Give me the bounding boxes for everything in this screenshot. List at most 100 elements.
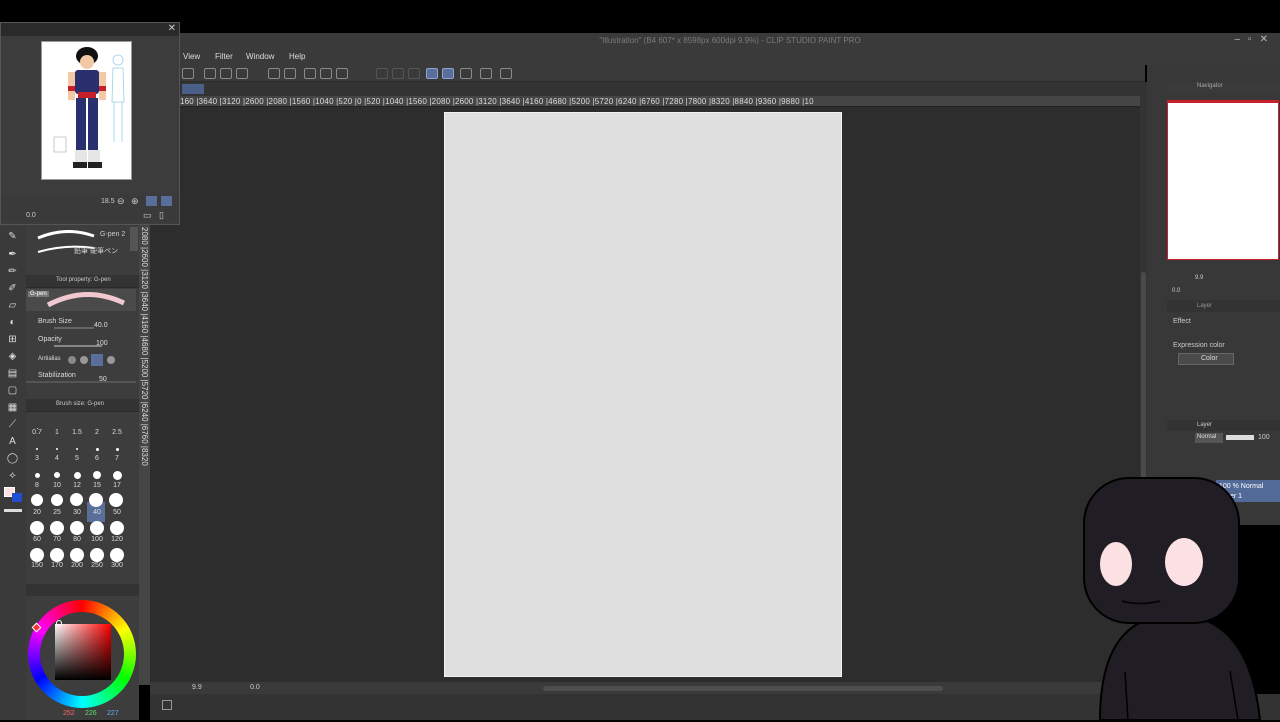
size-dot[interactable] bbox=[70, 493, 83, 506]
invert-icon[interactable] bbox=[392, 68, 404, 79]
size-dot[interactable] bbox=[90, 548, 104, 562]
menu-filter[interactable]: Filter bbox=[215, 52, 233, 61]
size-dot[interactable] bbox=[109, 493, 123, 507]
size-dot[interactable] bbox=[76, 448, 78, 450]
size-label[interactable]: 10 bbox=[48, 482, 66, 489]
size-label[interactable]: 5 bbox=[68, 455, 86, 462]
size-label[interactable]: 40 bbox=[88, 509, 106, 516]
opacity-slider[interactable] bbox=[54, 345, 102, 347]
expression-color-select[interactable]: Color bbox=[1178, 353, 1234, 365]
size-dot[interactable] bbox=[116, 448, 119, 451]
zoom-tool-icon[interactable]: ✎ bbox=[6, 231, 19, 243]
close-icon[interactable]: ✕ bbox=[168, 23, 176, 34]
size-label[interactable]: 2 bbox=[88, 429, 106, 436]
transform-icon[interactable] bbox=[336, 68, 348, 79]
redo-icon[interactable] bbox=[284, 68, 296, 79]
menu-window[interactable]: Window bbox=[246, 52, 274, 61]
size-label[interactable]: 70 bbox=[48, 536, 66, 543]
size-label[interactable]: 3 bbox=[28, 455, 46, 462]
navigator-preview[interactable] bbox=[1167, 100, 1279, 260]
size-label[interactable]: 6 bbox=[88, 455, 106, 462]
size-dot[interactable] bbox=[70, 548, 84, 562]
menu-view[interactable]: View bbox=[183, 52, 200, 61]
size-label[interactable]: 2.5 bbox=[108, 429, 126, 436]
frame-icon[interactable]: ▦ bbox=[6, 402, 19, 414]
size-dot[interactable] bbox=[30, 521, 44, 535]
zoom-in-icon[interactable]: ⊕ bbox=[131, 196, 139, 207]
horizontal-scrollbar[interactable]: 9.9 0.0 bbox=[150, 682, 1140, 694]
size-label[interactable]: 100 bbox=[88, 536, 106, 543]
size-label[interactable]: 200 bbox=[68, 562, 86, 569]
size-dot[interactable] bbox=[36, 448, 38, 450]
size-dot[interactable] bbox=[96, 448, 99, 451]
size-label[interactable]: 8 bbox=[28, 482, 46, 489]
size-label[interactable]: 25 bbox=[48, 509, 66, 516]
size-dot[interactable] bbox=[50, 548, 64, 562]
aa-medium[interactable] bbox=[91, 354, 103, 366]
transparent-swatch[interactable] bbox=[4, 509, 22, 512]
size-label[interactable]: 80 bbox=[68, 536, 86, 543]
size-dot[interactable] bbox=[51, 494, 63, 506]
hide-icon[interactable] bbox=[408, 68, 420, 79]
size-dot[interactable] bbox=[113, 471, 122, 480]
brush-size-slider[interactable] bbox=[54, 327, 94, 329]
brush-size-value[interactable]: 40.0 bbox=[94, 322, 108, 329]
folder-icon[interactable]: ▭ bbox=[143, 210, 152, 221]
zoom-out-icon[interactable]: ⊖ bbox=[117, 196, 125, 207]
clear-icon[interactable] bbox=[376, 68, 388, 79]
scroll-thumb[interactable] bbox=[543, 686, 943, 691]
new-icon[interactable] bbox=[204, 68, 216, 79]
size-dot[interactable] bbox=[35, 473, 40, 478]
size-dot[interactable] bbox=[50, 521, 64, 535]
eyedropper-icon[interactable] bbox=[161, 196, 172, 206]
snap-special-icon[interactable] bbox=[442, 68, 454, 79]
canvas-paper[interactable] bbox=[444, 112, 842, 677]
figure-icon[interactable]: ▢ bbox=[6, 385, 19, 397]
size-label[interactable]: 60 bbox=[28, 536, 46, 543]
text-icon[interactable]: A bbox=[6, 436, 19, 448]
size-label[interactable]: 250 bbox=[88, 562, 106, 569]
size-dot[interactable] bbox=[30, 548, 44, 562]
menu-help[interactable]: Help bbox=[289, 52, 305, 61]
panel-toggle-icon[interactable] bbox=[162, 700, 172, 710]
size-dot[interactable] bbox=[110, 521, 124, 535]
snap-grid-icon[interactable] bbox=[460, 68, 472, 79]
snap-ruler-icon[interactable] bbox=[426, 68, 438, 79]
size-dot[interactable] bbox=[56, 448, 58, 450]
size-label[interactable]: 1.5 bbox=[68, 429, 86, 436]
stabilization-slider[interactable] bbox=[26, 381, 136, 383]
blend-mode-select[interactable]: Normal bbox=[1195, 433, 1223, 443]
size-label[interactable]: 120 bbox=[108, 536, 126, 543]
size-label[interactable]: 1 bbox=[48, 429, 66, 436]
ruler-icon[interactable]: ⟋ bbox=[6, 419, 19, 431]
size-label[interactable]: 30 bbox=[68, 509, 86, 516]
eraser-icon[interactable]: ▱ bbox=[6, 300, 19, 312]
panel-scroll[interactable] bbox=[130, 227, 138, 251]
size-dot[interactable] bbox=[54, 472, 60, 478]
size-label[interactable]: 15 bbox=[88, 482, 106, 489]
pencil-icon[interactable]: ✏ bbox=[6, 266, 19, 278]
size-dot[interactable] bbox=[74, 472, 81, 479]
fill-icon[interactable] bbox=[320, 68, 332, 79]
open-icon[interactable] bbox=[220, 68, 232, 79]
size-dot[interactable] bbox=[90, 521, 104, 535]
size-label[interactable]: 50 bbox=[108, 509, 126, 516]
size-label[interactable]: 12 bbox=[68, 482, 86, 489]
tablet-icon[interactable] bbox=[480, 68, 492, 79]
size-label[interactable]: 20 bbox=[28, 509, 46, 516]
loading-icon[interactable] bbox=[304, 68, 316, 79]
size-dot[interactable] bbox=[93, 471, 101, 479]
size-label[interactable]: 170 bbox=[48, 562, 66, 569]
brush-item-1[interactable]: G-pen 2 bbox=[28, 228, 128, 242]
size-dot[interactable] bbox=[70, 521, 84, 535]
window-controls[interactable]: –▫✕ bbox=[1235, 34, 1277, 45]
aa-weak[interactable] bbox=[80, 356, 88, 364]
save-icon[interactable] bbox=[236, 68, 248, 79]
color-panel-tabs[interactable] bbox=[26, 584, 139, 596]
size-dot[interactable] bbox=[31, 494, 43, 506]
layer-opacity-slider[interactable] bbox=[1226, 435, 1254, 440]
app-icon[interactable] bbox=[182, 68, 194, 79]
trash-icon[interactable]: ▯ bbox=[159, 210, 164, 221]
color-picker-cursor[interactable] bbox=[56, 620, 62, 626]
fit-icon[interactable] bbox=[146, 196, 157, 206]
